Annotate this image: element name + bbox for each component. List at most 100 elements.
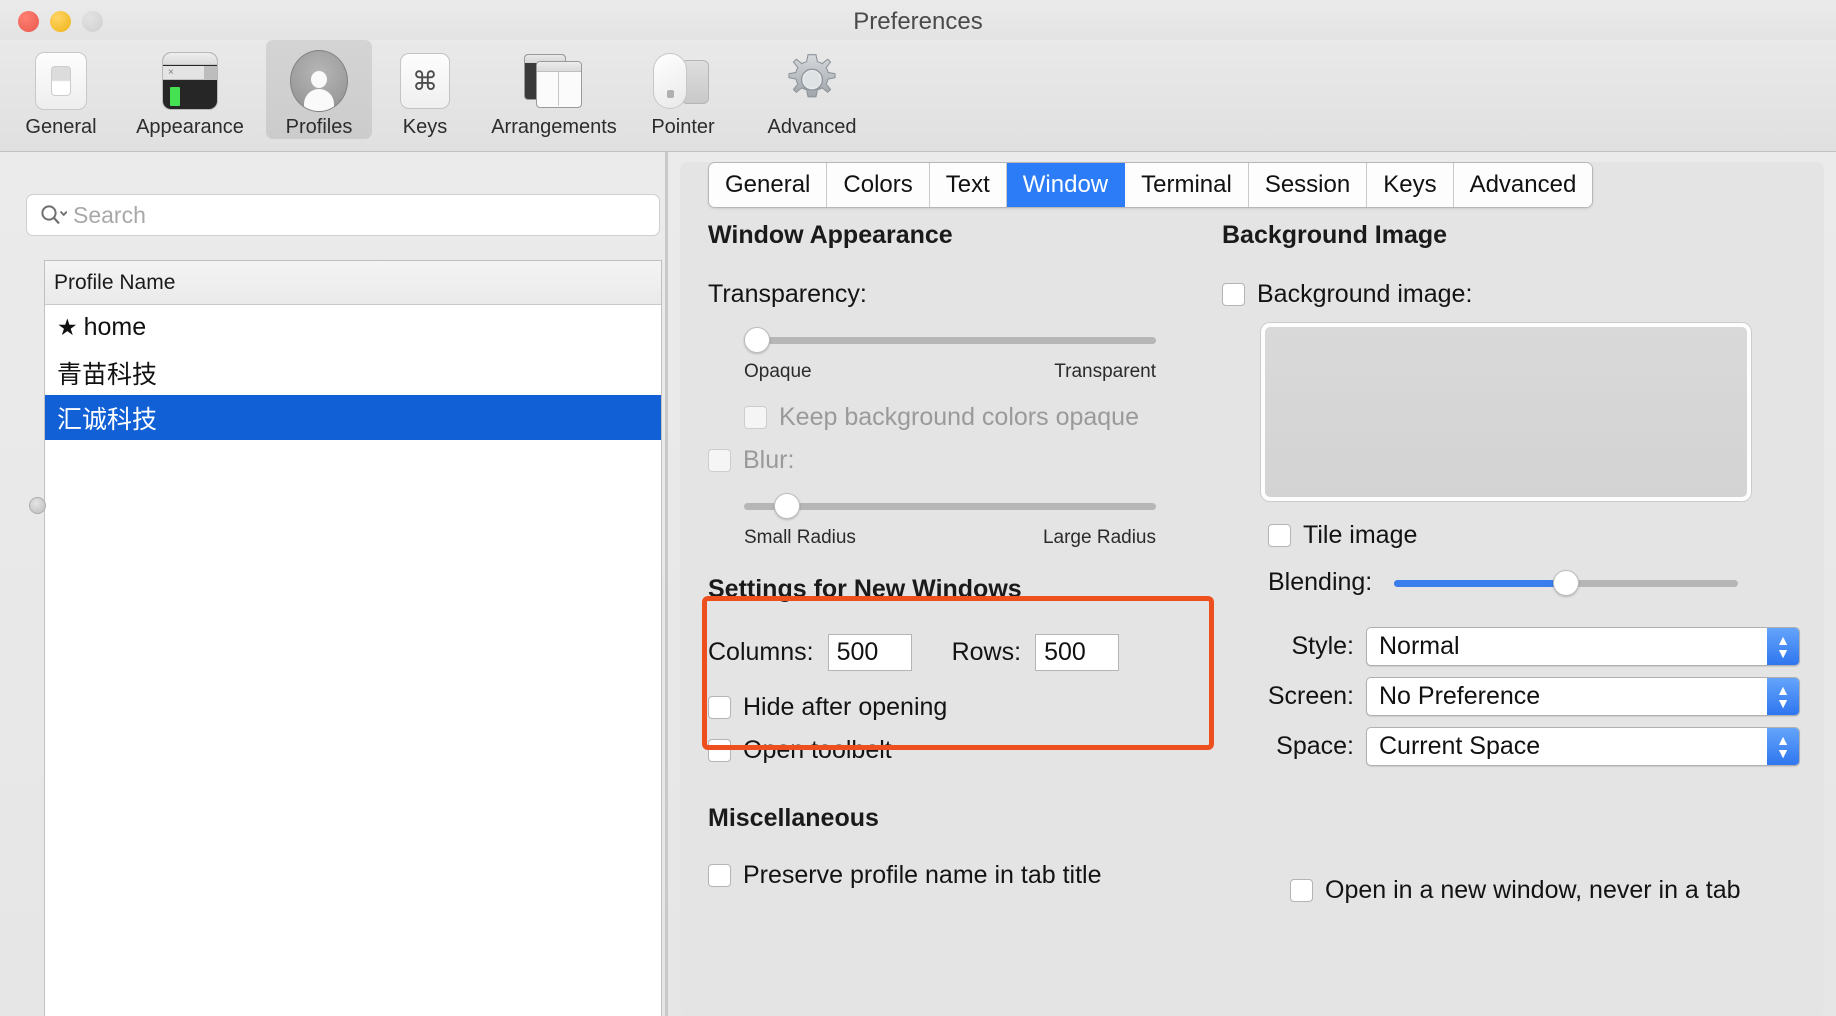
search-field[interactable] bbox=[26, 194, 660, 236]
blur-row[interactable]: Blur: bbox=[708, 446, 1228, 475]
hide-after-opening-label: Hide after opening bbox=[743, 693, 948, 721]
stepper-arrows-icon[interactable]: ▲ ▼ bbox=[1767, 678, 1799, 715]
stepper-arrows-icon[interactable]: ▲ ▼ bbox=[1767, 628, 1799, 665]
profile-list-table: Profile Name ★ home 青苗科技 汇诚科技 bbox=[44, 260, 662, 1016]
blur-checkbox[interactable] bbox=[708, 449, 731, 472]
window-title: Preferences bbox=[853, 8, 983, 35]
columns-input[interactable] bbox=[827, 634, 912, 671]
toolbar-item-arrangements[interactable]: Arrangements bbox=[478, 40, 630, 139]
search-magnifier-icon[interactable] bbox=[39, 203, 67, 227]
tab-session[interactable]: Session bbox=[1248, 163, 1368, 207]
sidebar-splitter[interactable] bbox=[665, 152, 668, 1016]
open-toolbelt-checkbox[interactable] bbox=[708, 739, 731, 762]
hide-after-opening-checkbox[interactable] bbox=[708, 696, 731, 719]
keep-background-colors-opaque-row[interactable]: Keep background colors opaque bbox=[744, 403, 1228, 432]
blur-radius-slider-knob[interactable] bbox=[774, 493, 800, 519]
transparency-slider[interactable] bbox=[744, 327, 1156, 353]
rows-input[interactable] bbox=[1035, 634, 1120, 671]
toolbar-label-pointer: Pointer bbox=[651, 116, 715, 138]
tile-image-checkbox[interactable] bbox=[1268, 524, 1291, 547]
hide-after-opening-row[interactable]: Hide after opening bbox=[708, 693, 1228, 722]
keep-background-colors-opaque-label: Keep background colors opaque bbox=[779, 403, 1139, 431]
tile-image-label: Tile image bbox=[1303, 521, 1418, 549]
list-item[interactable]: 青苗科技 bbox=[45, 350, 661, 395]
search-input[interactable] bbox=[73, 201, 633, 229]
background-image-label: Background image: bbox=[1257, 280, 1473, 308]
transparency-max-label: Transparent bbox=[1054, 361, 1156, 382]
general-switch-icon bbox=[35, 48, 87, 114]
toolbar-item-advanced[interactable]: Advanced bbox=[736, 40, 888, 139]
blur-label: Blur: bbox=[743, 446, 795, 474]
columns-label: Columns: bbox=[708, 638, 814, 666]
star-icon: ★ bbox=[57, 314, 78, 340]
preserve-profile-name-row[interactable]: Preserve profile name in tab title bbox=[708, 861, 1228, 890]
windows-stack-icon bbox=[524, 48, 584, 114]
open-toolbelt-label: Open toolbelt bbox=[743, 736, 892, 764]
stepper-arrows-icon[interactable]: ▲ ▼ bbox=[1767, 728, 1799, 765]
background-image-row[interactable]: Background image: bbox=[1222, 280, 1802, 309]
section-heading-miscellaneous: Miscellaneous bbox=[708, 804, 879, 832]
profile-tab-bar: General Colors Text Window Terminal Sess… bbox=[708, 162, 1594, 208]
style-popup-button[interactable]: Normal ▲ ▼ bbox=[1366, 627, 1800, 666]
tab-general[interactable]: General bbox=[709, 163, 828, 207]
settings-for-new-windows-group: Settings for New Windows Columns: Rows: … bbox=[708, 575, 1228, 765]
splitter-handle-dot[interactable] bbox=[29, 497, 46, 514]
toolbar-item-pointer[interactable]: Pointer bbox=[630, 40, 736, 139]
style-label: Style: bbox=[1291, 632, 1354, 660]
screen-label: Screen: bbox=[1267, 682, 1354, 710]
transparency-min-label: Opaque bbox=[744, 361, 812, 382]
keep-background-colors-opaque-checkbox[interactable] bbox=[744, 406, 767, 429]
toolbar-item-profiles[interactable]: Profiles bbox=[266, 40, 372, 139]
tab-text[interactable]: Text bbox=[929, 163, 1007, 207]
toolbar-item-keys[interactable]: ⌘ Keys bbox=[372, 40, 478, 139]
tab-colors[interactable]: Colors bbox=[827, 163, 930, 207]
toolbar-label-advanced: Advanced bbox=[767, 116, 857, 138]
style-popup-value: Normal bbox=[1379, 632, 1460, 660]
tab-window[interactable]: Window bbox=[1006, 163, 1126, 207]
open-in-new-window-row[interactable]: Open in a new window, never in a tab bbox=[1290, 876, 1741, 905]
toolbar-label-appearance: Appearance bbox=[136, 116, 244, 138]
profile-name: 青苗科技 bbox=[57, 360, 158, 389]
window-settings-pane: General Colors Text Window Terminal Sess… bbox=[680, 162, 1824, 1016]
background-image-preview-well[interactable] bbox=[1261, 323, 1751, 501]
background-image-checkbox[interactable] bbox=[1222, 283, 1245, 306]
open-toolbelt-row[interactable]: Open toolbelt bbox=[708, 736, 1228, 765]
column-header-profile-name[interactable]: Profile Name bbox=[45, 261, 661, 305]
blur-radius-slider[interactable] bbox=[744, 493, 1156, 519]
list-item[interactable]: ★ home bbox=[45, 305, 661, 350]
profiles-sidebar: Profile Name ★ home 青苗科技 汇诚科技 Tags > + — bbox=[0, 152, 668, 1016]
tab-advanced[interactable]: Advanced bbox=[1453, 163, 1593, 207]
transparency-slider-knob[interactable] bbox=[744, 327, 770, 353]
blur-min-label: Small Radius bbox=[744, 527, 856, 548]
toolbar-item-appearance[interactable]: × Appearance bbox=[114, 40, 266, 139]
space-popup-value: Current Space bbox=[1379, 732, 1541, 760]
blending-slider[interactable] bbox=[1394, 569, 1739, 596]
profile-name: home bbox=[83, 313, 147, 341]
toolbar-label-profiles: Profiles bbox=[285, 116, 353, 138]
preserve-profile-name-label: Preserve profile name in tab title bbox=[743, 861, 1102, 889]
space-popup-button[interactable]: Current Space ▲ ▼ bbox=[1366, 727, 1800, 766]
tab-keys[interactable]: Keys bbox=[1367, 163, 1454, 207]
section-heading-background-image: Background Image bbox=[1222, 221, 1448, 249]
user-avatar-icon bbox=[290, 48, 348, 114]
background-image-section: Background Image Background image: Tile … bbox=[1222, 221, 1802, 597]
preserve-profile-name-checkbox[interactable] bbox=[708, 864, 731, 887]
screen-popup-value: No Preference bbox=[1379, 682, 1541, 710]
list-item-selected[interactable]: 汇诚科技 bbox=[45, 395, 661, 440]
preferences-window: Preferences General × Appearance Profile… bbox=[0, 0, 1836, 1016]
section-heading-window-appearance: Window Appearance bbox=[708, 221, 953, 249]
toolbar-label-general: General bbox=[25, 116, 97, 138]
section-heading-new-windows: Settings for New Windows bbox=[708, 575, 1022, 603]
content-area: Profile Name ★ home 青苗科技 汇诚科技 Tags > + — bbox=[0, 152, 1836, 1016]
open-in-new-window-checkbox[interactable] bbox=[1290, 879, 1313, 902]
toolbar-label-arrangements: Arrangements bbox=[491, 116, 617, 138]
blending-slider-knob[interactable] bbox=[1553, 569, 1580, 596]
window-appearance-section: Window Appearance Transparency: Opaque T… bbox=[708, 221, 1228, 549]
toolbar-item-general[interactable]: General bbox=[8, 40, 114, 139]
screen-popup-button[interactable]: No Preference ▲ ▼ bbox=[1366, 677, 1800, 716]
tile-image-row[interactable]: Tile image bbox=[1268, 521, 1802, 550]
tab-terminal[interactable]: Terminal bbox=[1125, 163, 1249, 207]
transparency-label: Transparency: bbox=[708, 280, 867, 308]
preferences-toolbar: General × Appearance Profiles ⌘ Keys Arr… bbox=[0, 40, 1836, 152]
toolbar-label-keys: Keys bbox=[402, 116, 448, 138]
